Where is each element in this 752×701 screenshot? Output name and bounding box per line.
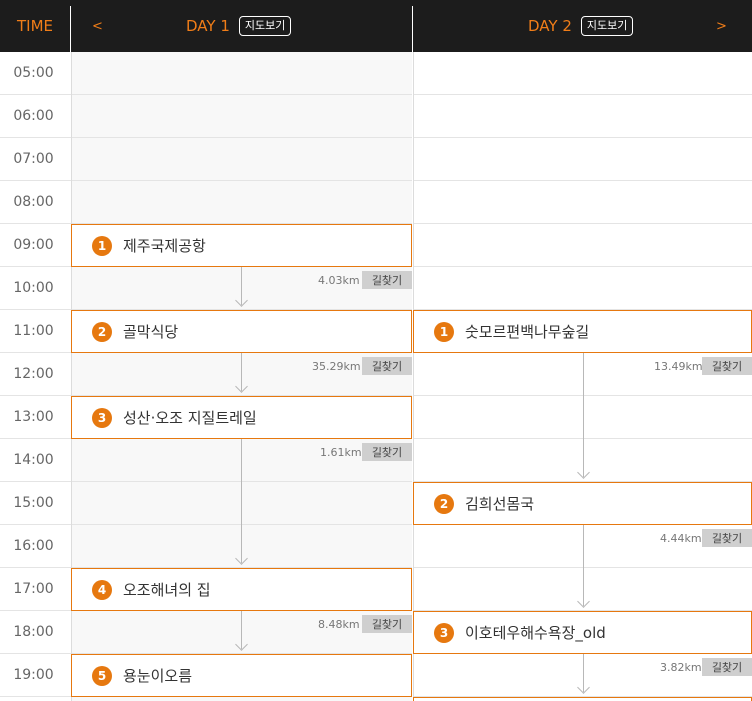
hour-gridline xyxy=(414,137,752,138)
itinerary-stop[interactable]: 3 이호테우해수욕장_old xyxy=(413,611,752,654)
stop-name: 용눈이오름 xyxy=(123,667,193,685)
stop-number-badge: 2 xyxy=(434,493,454,514)
time-slot: 15:00 xyxy=(0,482,71,525)
route-distance: 3.82km xyxy=(660,660,702,674)
day1-header: DAY 1 지도보기 xyxy=(186,0,292,52)
time-column: 05:00 06:00 07:00 08:00 09:00 10:00 11:0… xyxy=(0,52,71,697)
day1-column: 1 제주국제공항 4.03km 길찾기 2 골막식당 35.29km 길찾기 3… xyxy=(71,52,412,701)
route-distance: 13.49km xyxy=(654,359,703,373)
directions-button[interactable]: 길찾기 xyxy=(702,658,752,676)
time-slot: 19:00 xyxy=(0,654,71,697)
directions-button[interactable]: 길찾기 xyxy=(362,615,412,633)
route-distance: 35.29km xyxy=(312,359,361,373)
arrow-down-icon xyxy=(577,595,590,608)
stop-name: 이호테우해수욕장_old xyxy=(465,624,606,642)
hour-gridline xyxy=(72,94,412,95)
time-slot: 13:00 xyxy=(0,396,71,439)
itinerary-stop[interactable]: 4 오조해녀의 집 xyxy=(71,568,412,611)
header-divider xyxy=(412,6,413,52)
stop-number-badge: 5 xyxy=(92,665,112,686)
time-slot: 09:00 xyxy=(0,224,71,267)
time-header-label: TIME xyxy=(16,17,53,35)
directions-button[interactable]: 길찾기 xyxy=(362,271,412,289)
route-connector xyxy=(241,439,242,563)
itinerary-stop[interactable]: 3 성산·오조 지질트레일 xyxy=(71,396,412,439)
arrow-down-icon xyxy=(235,552,248,565)
time-slot: 07:00 xyxy=(0,138,71,181)
day2-map-button[interactable]: 지도보기 xyxy=(580,16,634,36)
stop-number-badge: 3 xyxy=(92,407,112,428)
stop-name: 김희선몸국 xyxy=(465,495,535,513)
itinerary-stop[interactable]: 1 숫모르편백나무숲길 xyxy=(413,310,752,353)
arrow-down-icon xyxy=(235,294,248,307)
schedule-header: TIME < DAY 1 지도보기 DAY 2 지도보기 > xyxy=(0,0,752,52)
route-distance: 8.48km xyxy=(318,617,360,631)
hour-gridline xyxy=(414,180,752,181)
directions-button[interactable]: 길찾기 xyxy=(702,357,752,375)
route-connector xyxy=(583,353,584,477)
prev-day-button[interactable]: < xyxy=(92,0,103,52)
route-distance: 4.03km xyxy=(318,273,360,287)
hour-gridline xyxy=(72,524,412,525)
stop-number-badge: 1 xyxy=(92,235,112,256)
time-slot: 17:00 xyxy=(0,568,71,611)
itinerary-stop[interactable]: 5 용눈이오름 xyxy=(71,654,412,697)
time-slot: 18:00 xyxy=(0,611,71,654)
route-distance: 4.44km xyxy=(660,531,702,545)
time-slot: 05:00 xyxy=(0,52,71,95)
itinerary-stop[interactable]: 2 골막식당 xyxy=(71,310,412,353)
time-slot: 12:00 xyxy=(0,353,71,396)
hour-gridline xyxy=(414,266,752,267)
stop-name: 성산·오조 지질트레일 xyxy=(123,409,257,427)
stop-number-badge: 3 xyxy=(434,622,454,643)
directions-button[interactable]: 길찾기 xyxy=(362,357,412,375)
route-distance: 1.61km xyxy=(320,445,362,459)
time-slot: 06:00 xyxy=(0,95,71,138)
time-slot: 08:00 xyxy=(0,181,71,224)
itinerary-stop[interactable]: 1 제주국제공항 xyxy=(71,224,412,267)
stop-name: 오조해녀의 집 xyxy=(123,581,211,599)
time-slot: 14:00 xyxy=(0,439,71,482)
directions-button[interactable]: 길찾기 xyxy=(702,529,752,547)
day2-title: DAY 2 xyxy=(528,17,572,35)
day2-column: 1 숫모르편백나무숲길 13.49km 길찾기 2 김희선몸국 4.44km 길… xyxy=(413,52,752,701)
stop-name: 제주국제공항 xyxy=(123,237,206,255)
header-divider xyxy=(70,6,71,52)
arrow-down-icon xyxy=(235,380,248,393)
hour-gridline xyxy=(72,481,412,482)
day1-title: DAY 1 xyxy=(186,17,230,35)
hour-gridline xyxy=(72,180,412,181)
day1-map-button[interactable]: 지도보기 xyxy=(238,16,292,36)
stop-number-badge: 2 xyxy=(92,321,112,342)
stop-number-badge: 4 xyxy=(92,579,112,600)
hour-gridline xyxy=(414,223,752,224)
time-slot: 11:00 xyxy=(0,310,71,353)
time-slot: 10:00 xyxy=(0,267,71,310)
day2-header: DAY 2 지도보기 xyxy=(528,0,634,52)
stop-name: 숫모르편백나무숲길 xyxy=(465,323,590,341)
next-day-button[interactable]: > xyxy=(716,0,727,52)
stop-name: 골막식당 xyxy=(123,323,179,341)
directions-button[interactable]: 길찾기 xyxy=(362,443,412,461)
stop-number-badge: 1 xyxy=(434,321,454,342)
itinerary-stop-partial[interactable] xyxy=(413,697,752,701)
hour-gridline xyxy=(414,94,752,95)
arrow-down-icon xyxy=(235,638,248,651)
hour-gridline xyxy=(72,137,412,138)
arrow-down-icon xyxy=(577,681,590,694)
time-slot: 16:00 xyxy=(0,525,71,568)
itinerary-stop[interactable]: 2 김희선몸국 xyxy=(413,482,752,525)
arrow-down-icon xyxy=(577,466,590,479)
